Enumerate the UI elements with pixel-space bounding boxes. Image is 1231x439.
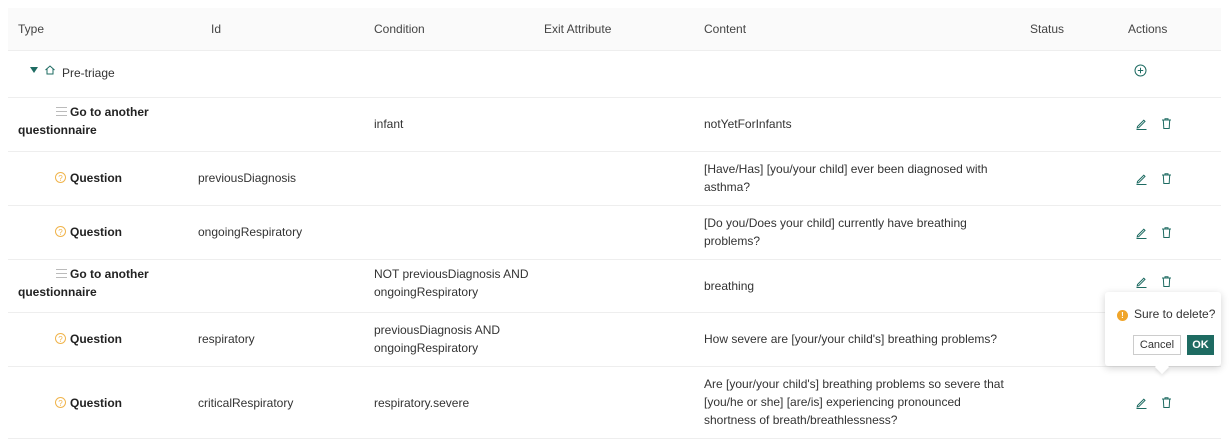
- edit-icon[interactable]: [1135, 172, 1147, 185]
- edit-icon[interactable]: [1135, 226, 1147, 239]
- table-header: Type Id Condition Exit Attribute Content…: [8, 8, 1221, 51]
- ok-button[interactable]: OK: [1187, 335, 1214, 355]
- list-icon: [56, 269, 67, 278]
- add-circle-icon[interactable]: [1134, 64, 1147, 80]
- row-condition: previousDiagnosis AND: [374, 323, 501, 337]
- question-icon: ?: [55, 226, 66, 237]
- edit-icon[interactable]: [1135, 117, 1147, 130]
- column-header-id[interactable]: Id: [211, 22, 221, 36]
- row-condition-line2: ongoingRespiratory: [374, 285, 479, 299]
- row-type: Question: [70, 171, 123, 185]
- row-condition: NOT previousDiagnosis AND: [374, 267, 529, 281]
- row-type: Question: [70, 332, 123, 346]
- column-header-exit-attribute[interactable]: Exit Attribute: [544, 22, 611, 36]
- table-row: Go to another questionnaire NOT previous…: [8, 260, 1221, 313]
- delete-icon[interactable]: [1160, 172, 1172, 184]
- row-content: notYetForInfants: [704, 117, 792, 131]
- group-label: Pre-triage: [62, 66, 115, 80]
- group-row-pre-triage[interactable]: Pre-triage: [8, 51, 1221, 98]
- row-condition-line2: ongoingRespiratory: [374, 341, 479, 355]
- row-content: [Have/Has] [you/your child] ever been di…: [704, 162, 988, 176]
- list-icon: [56, 107, 67, 116]
- question-icon: ?: [55, 333, 66, 344]
- delete-icon[interactable]: [1160, 396, 1172, 408]
- delete-confirm-popover: ! Sure to delete? Cancel OK: [1105, 292, 1221, 366]
- table-row: ? Question ongoingRespiratory [Do you/Do…: [8, 206, 1221, 260]
- table-row: ? Question previousDiagnosis [Have/Has] …: [8, 152, 1221, 206]
- row-id: criticalRespiratory: [198, 396, 294, 410]
- table-row: ? Question respiratory previousDiagnosis…: [8, 313, 1221, 367]
- row-condition: infant: [374, 117, 404, 131]
- edit-icon[interactable]: [1135, 275, 1147, 288]
- row-type: Go to another: [70, 267, 149, 281]
- row-content-line3: shortness of breath/breathlessness?: [704, 413, 898, 427]
- row-content: Are [your/your child's] breathing proble…: [704, 377, 1004, 391]
- row-type: Question: [70, 225, 123, 239]
- cancel-button[interactable]: Cancel: [1133, 335, 1181, 355]
- row-type-line2: questionnaire: [18, 123, 97, 137]
- row-content-line2: asthma?: [704, 180, 751, 194]
- questionnaire-table: Type Id Condition Exit Attribute Content…: [8, 8, 1221, 439]
- edit-icon[interactable]: [1135, 396, 1147, 409]
- caret-down-icon[interactable]: [30, 67, 38, 73]
- column-header-content[interactable]: Content: [704, 22, 746, 36]
- warning-icon: !: [1117, 310, 1128, 321]
- home-icon: [44, 64, 56, 79]
- popconfirm-message: Sure to delete?: [1134, 307, 1216, 321]
- row-condition: respiratory.severe: [374, 396, 470, 410]
- row-content-line2: [you/he or she] [are/is] experiencing pr…: [704, 395, 961, 409]
- question-icon: ?: [55, 172, 66, 183]
- column-header-type[interactable]: Type: [18, 22, 44, 36]
- row-type-line2: questionnaire: [18, 285, 97, 299]
- delete-icon[interactable]: [1160, 226, 1172, 238]
- table-row: Go to another questionnaire infant notYe…: [8, 98, 1221, 152]
- row-type: Question: [70, 396, 123, 410]
- row-content: [Do you/Does your child] currently have …: [704, 216, 967, 230]
- column-header-status[interactable]: Status: [1030, 22, 1064, 36]
- row-content: breathing: [704, 279, 755, 293]
- row-type: Go to another: [70, 105, 149, 119]
- row-id: previousDiagnosis: [198, 171, 297, 185]
- table-row: ? Question criticalRespiratory respirato…: [8, 367, 1221, 439]
- row-id: respiratory: [198, 332, 255, 346]
- delete-icon[interactable]: [1160, 275, 1172, 287]
- column-header-actions: Actions: [1128, 22, 1168, 36]
- delete-icon[interactable]: [1160, 117, 1172, 129]
- question-icon: ?: [55, 397, 66, 408]
- column-header-condition[interactable]: Condition: [374, 22, 425, 36]
- row-content: How severe are [your/your child's] breat…: [704, 332, 998, 346]
- row-id: ongoingRespiratory: [198, 225, 303, 239]
- row-content-line2: problems?: [704, 234, 761, 248]
